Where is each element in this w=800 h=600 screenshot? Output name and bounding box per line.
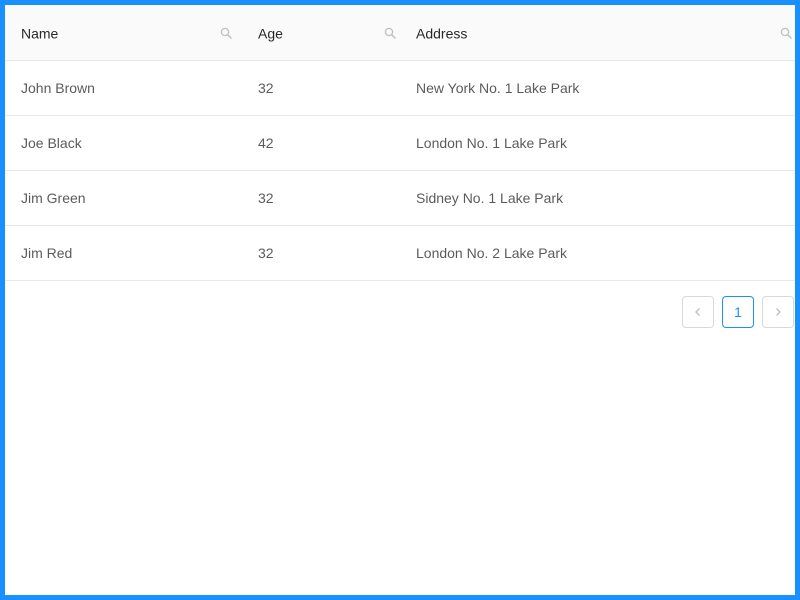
table-row: Jim Red 32 London No. 2 Lake Park xyxy=(5,225,795,281)
cell-age: 32 xyxy=(242,60,400,116)
cell-age: 32 xyxy=(242,225,400,281)
cell-address: London No. 2 Lake Park xyxy=(400,225,795,281)
data-table: Name Age Address John Brown 32 New York … xyxy=(5,5,795,281)
column-header-label: Name xyxy=(21,24,59,41)
search-icon[interactable] xyxy=(220,26,232,39)
next-page-button[interactable] xyxy=(762,296,794,328)
cell-address: London No. 1 Lake Park xyxy=(400,115,795,171)
cell-name: Jim Red xyxy=(5,225,242,281)
table-row: Joe Black 42 London No. 1 Lake Park xyxy=(5,115,795,171)
column-header-label: Age xyxy=(258,24,283,41)
cell-address: Sidney No. 1 Lake Park xyxy=(400,170,795,226)
table-row: Jim Green 32 Sidney No. 1 Lake Park xyxy=(5,170,795,226)
chevron-right-icon xyxy=(773,304,783,320)
table-container: Name Age Address John Brown 32 New York … xyxy=(5,5,795,595)
search-icon[interactable] xyxy=(780,26,792,39)
cell-address: New York No. 1 Lake Park xyxy=(400,60,795,116)
column-header-age: Age xyxy=(242,5,400,61)
table-body: John Brown 32 New York No. 1 Lake Park J… xyxy=(5,60,795,281)
header-row: Name Age Address xyxy=(5,5,795,61)
chevron-left-icon xyxy=(693,304,703,320)
column-header-address: Address xyxy=(400,5,795,61)
page-number-label: 1 xyxy=(734,304,742,320)
pagination: 1 xyxy=(682,296,794,328)
cell-name: Jim Green xyxy=(5,170,242,226)
column-header-name: Name xyxy=(5,5,242,61)
prev-page-button[interactable] xyxy=(682,296,714,328)
cell-name: John Brown xyxy=(5,60,242,116)
search-icon[interactable] xyxy=(384,26,396,39)
cell-age: 42 xyxy=(242,115,400,171)
column-header-label: Address xyxy=(416,24,468,41)
table-header: Name Age Address xyxy=(5,5,795,61)
page-number-button[interactable]: 1 xyxy=(722,296,754,328)
cell-name: Joe Black xyxy=(5,115,242,171)
table-row: John Brown 32 New York No. 1 Lake Park xyxy=(5,60,795,116)
cell-age: 32 xyxy=(242,170,400,226)
